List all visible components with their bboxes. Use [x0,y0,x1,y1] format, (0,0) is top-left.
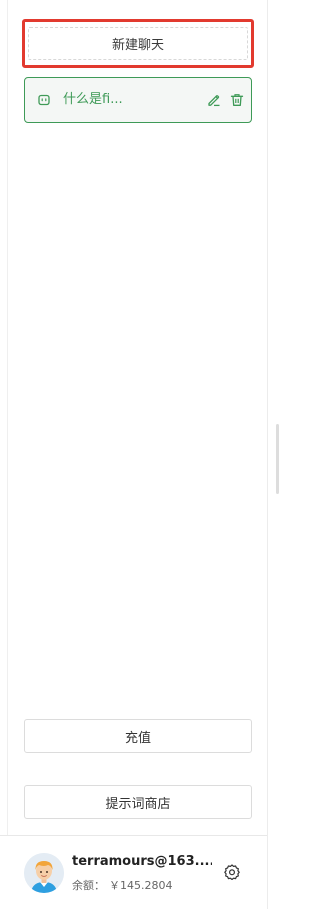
avatar-cartoon-icon [24,853,64,893]
new-chat-button-highlight[interactable]: 新建聊天 [22,19,254,68]
scroll-handle[interactable] [276,424,279,494]
balance-label: 余额： [72,879,105,892]
chat-title: 什么是fi... [63,92,123,107]
user-footer: terramours@163.... 余额： ￥145.2804 [0,835,267,910]
sidebar: 新建聊天 什么是fi... 充值 提示词商店 terramours@163...… [0,0,268,910]
balance-value: ￥145.2804 [109,879,173,892]
gear-icon[interactable] [224,864,240,880]
username: terramours@163.... [72,854,212,869]
avatar[interactable] [24,853,64,893]
trash-icon[interactable] [230,93,244,107]
prompt-store-button[interactable]: 提示词商店 [24,785,252,819]
balance: 余额： ￥145.2804 [72,877,173,893]
chat-list-item[interactable]: 什么是fi... [24,77,252,123]
recharge-label: 充值 [124,730,151,746]
new-chat-label: 新建聊天 [111,38,164,53]
new-chat-button[interactable]: 新建聊天 [28,27,248,60]
pencil-icon[interactable] [207,93,221,107]
prompt-store-label: 提示词商店 [105,796,171,812]
recharge-button[interactable]: 充值 [24,719,252,753]
chat-bubble-icon [38,94,50,106]
